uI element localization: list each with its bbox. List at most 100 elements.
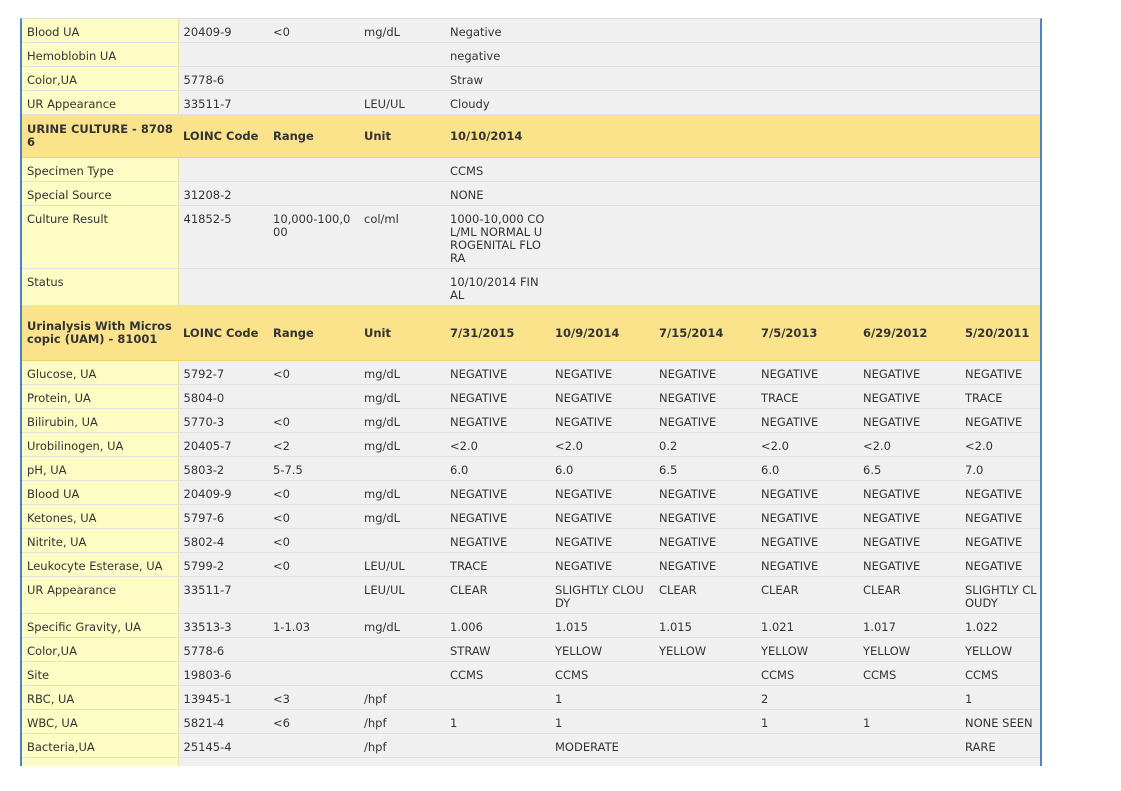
result-value (858, 685, 960, 710)
column-header-date: 7/31/2015 (445, 305, 550, 361)
unit (359, 42, 445, 67)
result-value: 1.021 (756, 613, 858, 638)
loinc-code: 20405-7 (178, 432, 268, 457)
result-value: 1 (550, 685, 654, 710)
test-name: Hemoblobin UA (22, 42, 179, 67)
column-header-loinc: LOINC Code (178, 114, 268, 158)
empty-cell (550, 90, 654, 115)
range: 5-7.5 (268, 456, 359, 481)
empty-cell (960, 19, 1040, 43)
unit: mg/dL (359, 480, 445, 505)
unit (359, 66, 445, 91)
result-value: RARE (858, 757, 960, 766)
result-value: negative (445, 42, 550, 67)
result-value: 1 (858, 709, 960, 734)
result-value: 6.5 (654, 456, 756, 481)
result-value (445, 733, 550, 758)
unit: LEU/UL (359, 90, 445, 115)
table-row: Hemoblobin UA negative (22, 42, 1040, 67)
result-value: <2.0 (960, 432, 1040, 457)
empty-cell (654, 66, 756, 91)
table-row: Color,UA 5778-6 Straw (22, 66, 1040, 91)
empty-cell (550, 268, 654, 306)
loinc-code: 20409-9 (178, 480, 268, 505)
empty-cell (654, 90, 756, 115)
empty-cell (858, 205, 960, 269)
unit (359, 661, 445, 686)
range: <0 (268, 360, 359, 385)
loinc-code: 5802-4 (178, 528, 268, 553)
empty-cell (550, 157, 654, 182)
result-value: 1.017 (858, 613, 960, 638)
result-value: NEGATIVE (960, 480, 1040, 505)
result-value (654, 661, 756, 686)
result-value: CLEAR (756, 576, 858, 614)
result-value: NEGATIVE (654, 360, 756, 385)
result-value (654, 709, 756, 734)
table-row: Bacteria,UA 25145-4/hpf MODERATE RARE (22, 733, 1040, 758)
test-name: Color,UA (22, 637, 179, 662)
unit: mg/dL (359, 432, 445, 457)
result-value: NEGATIVE (550, 552, 654, 577)
result-value (654, 733, 756, 758)
loinc-code: 13945-1 (178, 685, 268, 710)
result-value: NEGATIVE (756, 528, 858, 553)
result-value: 6.0 (550, 456, 654, 481)
result-value: Negative (445, 19, 550, 43)
test-name: Mucus (22, 757, 179, 766)
table-row: Blood UA 20409-9 <0 mg/dL Negative (22, 19, 1040, 43)
loinc-code: 33511-7 (178, 576, 268, 614)
result-value: CCMS (550, 661, 654, 686)
test-name: RBC, UA (22, 685, 179, 710)
empty-cell (960, 205, 1040, 269)
range: <0 (268, 480, 359, 505)
result-value: <2.0 (756, 432, 858, 457)
test-name: Status (22, 268, 179, 306)
empty-cell (858, 42, 960, 67)
result-value: NEGATIVE (858, 480, 960, 505)
table-row: Blood UA 20409-9 <0 mg/dL NEGATIVE NEGATIVE NE… (22, 480, 1040, 505)
table-row: Color,UA 5778-6 STRAW YELLOW YELLOW YELLOW YEL… (22, 637, 1040, 662)
empty-cell (654, 268, 756, 306)
empty-cell (858, 268, 960, 306)
result-value: RARE (445, 757, 550, 766)
section-title: Urinalysis With Microscopic (UAM) - 8100… (22, 305, 178, 361)
empty-cell (960, 42, 1040, 67)
test-name: Specimen Type (22, 157, 179, 182)
empty-cell (550, 42, 654, 67)
result-value: NEGATIVE (654, 504, 756, 529)
result-value: YELLOW (756, 637, 858, 662)
table-row: pH, UA 5803-2 5-7.5 6.0 6.0 6.5 6.0 6.5 7.0 (22, 456, 1040, 481)
result-value: 10/10/2014 FINAL (445, 268, 550, 306)
unit: mg/dL (359, 19, 445, 43)
result-value (858, 733, 960, 758)
range (268, 733, 359, 758)
test-name: Protein, UA (22, 384, 179, 409)
test-name: Blood UA (22, 19, 179, 43)
loinc-code: 19803-6 (178, 661, 268, 686)
result-value: FEW (550, 757, 654, 766)
loinc-code: 5792-7 (178, 360, 268, 385)
loinc-code: 5778-6 (178, 637, 268, 662)
range: <0 (268, 528, 359, 553)
empty-cell (858, 181, 960, 206)
range (268, 181, 359, 206)
loinc-code: 33511-7 (178, 90, 268, 115)
result-value (654, 757, 756, 766)
empty-cell (756, 90, 858, 115)
column-header-date: 6/29/2012 (858, 305, 960, 361)
column-header-unit: Unit (359, 305, 445, 361)
loinc-code (178, 268, 268, 306)
result-value: RARE (960, 757, 1040, 766)
empty-cell (756, 114, 858, 158)
result-value: 7.0 (960, 456, 1040, 481)
table-row: Protein, UA 5804-0 mg/dL NEGATIVE NEGATIVE NE… (22, 384, 1040, 409)
empty-cell (960, 90, 1040, 115)
table-row: Urobilinogen, UA 20405-7 <2 mg/dL <2.0 <2.0 0.… (22, 432, 1040, 457)
test-name: Nitrite, UA (22, 528, 179, 553)
test-name: Glucose, UA (22, 360, 179, 385)
result-value: CCMS (756, 661, 858, 686)
result-value: NEGATIVE (550, 384, 654, 409)
result-value: Straw (445, 66, 550, 91)
table-row: Nitrite, UA 5802-4 <0 NEGATIVE NEGATIVE NEGAT… (22, 528, 1040, 553)
